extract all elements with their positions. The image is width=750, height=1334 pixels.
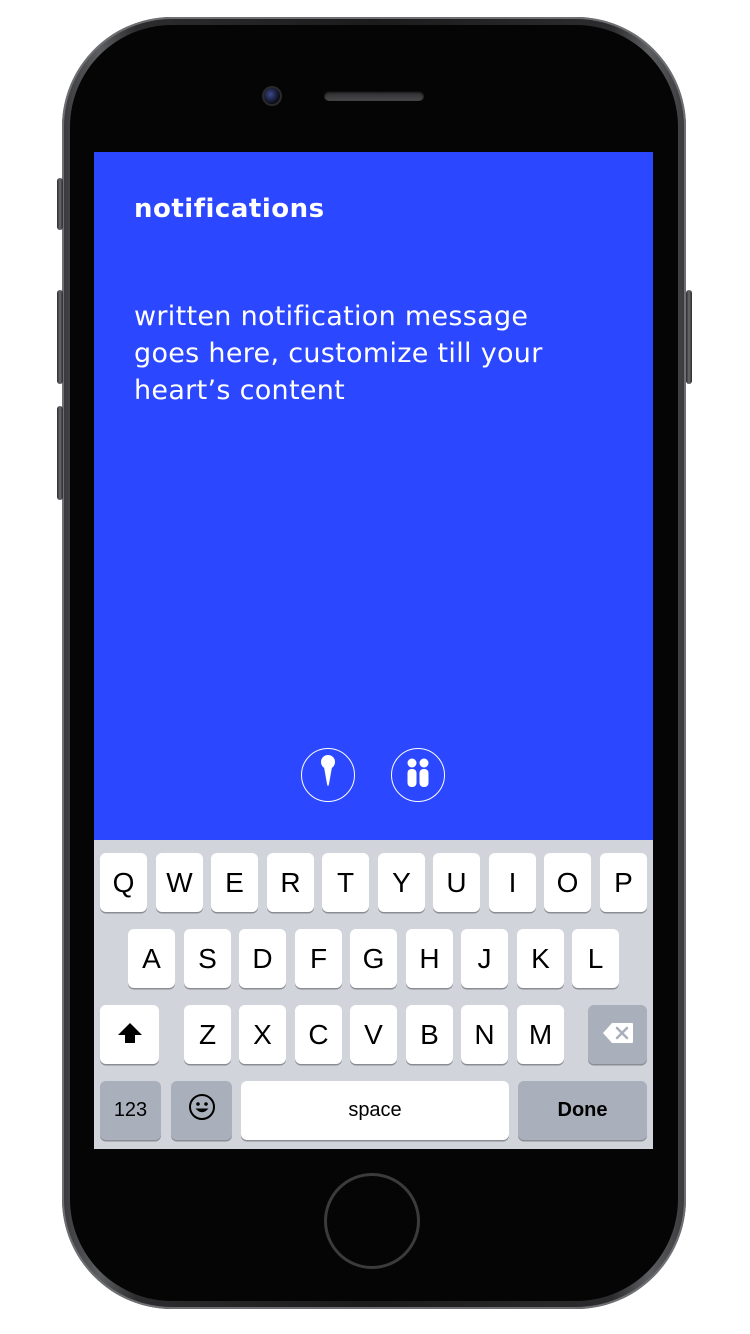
backspace-icon <box>602 1019 634 1051</box>
key-c[interactable]: C <box>295 1005 342 1064</box>
key-v[interactable]: V <box>350 1005 397 1064</box>
key-q[interactable]: Q <box>100 853 147 912</box>
key-l[interactable]: L <box>572 929 619 988</box>
key-h[interactable]: H <box>406 929 453 988</box>
pause-button[interactable] <box>391 748 445 802</box>
key-d[interactable]: D <box>239 929 286 988</box>
key-j[interactable]: J <box>461 929 508 988</box>
app-screen: notifications written notification messa… <box>94 152 653 1149</box>
done-key[interactable]: Done <box>518 1081 647 1140</box>
keyboard: Q W E R T Y U I O P A S D F G H J K L Z … <box>94 840 653 1149</box>
key-u[interactable]: U <box>433 853 480 912</box>
key-g[interactable]: G <box>350 929 397 988</box>
key-z[interactable]: Z <box>184 1005 231 1064</box>
key-t[interactable]: T <box>322 853 369 912</box>
power-button <box>686 290 692 384</box>
key-a[interactable]: A <box>128 929 175 988</box>
earpiece-speaker <box>324 91 424 101</box>
mute-switch <box>57 178 63 230</box>
key-x[interactable]: X <box>239 1005 286 1064</box>
volume-down-button <box>57 406 63 500</box>
key-o[interactable]: O <box>544 853 591 912</box>
shift-key[interactable] <box>100 1005 159 1064</box>
pause-icon <box>405 758 431 793</box>
space-key[interactable]: space <box>241 1081 509 1140</box>
key-k[interactable]: K <box>517 929 564 988</box>
key-b[interactable]: B <box>406 1005 453 1064</box>
pin-icon <box>318 754 338 797</box>
key-f[interactable]: F <box>295 929 342 988</box>
key-m[interactable]: M <box>517 1005 564 1064</box>
key-p[interactable]: P <box>600 853 647 912</box>
device-frame: notifications written notification messa… <box>0 0 750 1334</box>
key-e[interactable]: E <box>211 853 258 912</box>
key-y[interactable]: Y <box>378 853 425 912</box>
key-w[interactable]: W <box>156 853 203 912</box>
front-camera <box>262 86 282 106</box>
shift-icon <box>117 1019 143 1051</box>
key-r[interactable]: R <box>267 853 314 912</box>
home-button[interactable] <box>324 1173 420 1269</box>
key-n[interactable]: N <box>461 1005 508 1064</box>
key-i[interactable]: I <box>489 853 536 912</box>
volume-up-button <box>57 290 63 384</box>
numbers-key[interactable]: 123 <box>100 1081 161 1140</box>
notification-message-field[interactable]: written notification message goes here, … <box>134 298 574 409</box>
backspace-key[interactable] <box>588 1005 647 1064</box>
key-s[interactable]: S <box>184 929 231 988</box>
emoji-key[interactable] <box>171 1081 232 1140</box>
pin-button[interactable] <box>301 748 355 802</box>
emoji-icon <box>188 1093 216 1128</box>
page-title: notifications <box>134 194 325 224</box>
